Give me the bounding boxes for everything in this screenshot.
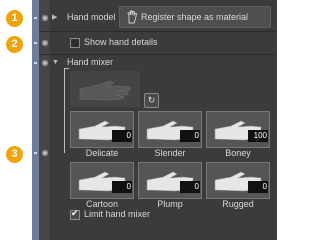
register-shape-label: Register shape as material bbox=[141, 12, 249, 22]
limit-hand-mixer-checkbox[interactable]: ✔ bbox=[70, 208, 80, 220]
collapse-arrow-icon[interactable]: ▼ bbox=[52, 58, 59, 67]
preset-name: Boney bbox=[225, 148, 251, 158]
reset-button[interactable]: ↻ bbox=[144, 93, 159, 108]
preset-thumbnail[interactable]: 0 bbox=[138, 162, 202, 199]
preset-value: 0 bbox=[248, 181, 268, 193]
row-grip bbox=[34, 152, 37, 154]
layer-color-strip bbox=[32, 0, 39, 240]
row-grip bbox=[34, 62, 37, 64]
preset-thumbnail[interactable]: 100 bbox=[206, 111, 270, 148]
eye-icon[interactable]: ◉ bbox=[40, 13, 50, 22]
callout-2: 2 bbox=[6, 36, 23, 53]
preset-name: Delicate bbox=[85, 148, 119, 158]
register-shape-button[interactable]: Register shape as material bbox=[119, 6, 271, 28]
preset-value: 0 bbox=[180, 181, 200, 193]
reset-icon: ↻ bbox=[147, 95, 156, 105]
show-hand-details-checkbox[interactable] bbox=[70, 38, 80, 48]
row-divider bbox=[39, 54, 276, 55]
hand-register-icon bbox=[127, 10, 138, 24]
hand-model-label: Hand model bbox=[67, 12, 116, 22]
preset-thumbnail[interactable]: 0 bbox=[138, 111, 202, 148]
limit-hand-mixer-label: Limit hand mixer bbox=[84, 209, 151, 219]
preset-thumbnail[interactable]: 0 bbox=[70, 111, 134, 148]
preset-name: Slender bbox=[154, 148, 186, 158]
preset-thumbnail[interactable]: 0 bbox=[206, 162, 270, 199]
show-hand-details-label: Show hand details bbox=[84, 37, 158, 47]
preset-value: 0 bbox=[112, 181, 132, 193]
visibility-column bbox=[39, 0, 50, 240]
mixer-group-bracket bbox=[64, 68, 69, 153]
row-grip bbox=[34, 42, 37, 44]
preset-thumbnail[interactable]: 0 bbox=[70, 162, 134, 199]
preset-value: 0 bbox=[180, 130, 200, 142]
check-icon: ✔ bbox=[71, 208, 79, 218]
preset-name: Rugged bbox=[222, 199, 254, 209]
expand-arrow-icon[interactable]: ▶ bbox=[52, 13, 57, 22]
preset-value: 0 bbox=[112, 130, 132, 142]
row-grip bbox=[34, 17, 37, 19]
eye-icon[interactable]: ◉ bbox=[40, 148, 50, 157]
preset-value: 100 bbox=[248, 130, 268, 142]
row-divider bbox=[39, 31, 276, 32]
callout-1: 1 bbox=[6, 10, 23, 27]
hand-preview bbox=[70, 71, 140, 107]
hand-mixer-label: Hand mixer bbox=[67, 57, 114, 67]
eye-icon[interactable]: ◉ bbox=[40, 38, 50, 47]
callout-3: 3 bbox=[6, 146, 23, 163]
hand-preview-icon bbox=[79, 80, 131, 101]
eye-icon[interactable]: ◉ bbox=[40, 58, 50, 67]
